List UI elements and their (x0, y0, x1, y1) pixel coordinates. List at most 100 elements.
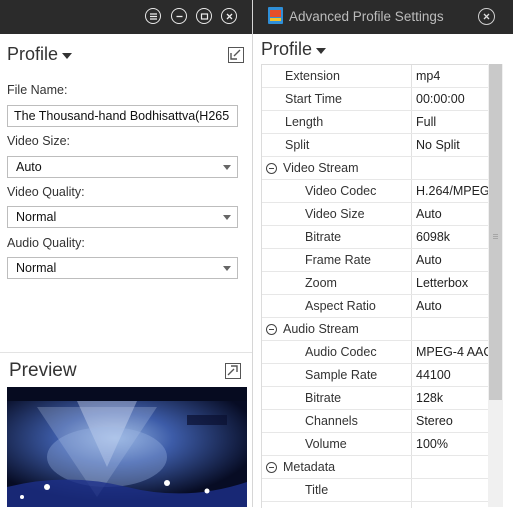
property-row[interactable]: Extension mp4 (262, 65, 499, 88)
video-size-select[interactable]: Auto (7, 156, 238, 178)
property-row[interactable]: Frame Rate Auto (262, 249, 499, 272)
expand-preview-icon[interactable] (225, 363, 241, 379)
property-value[interactable] (412, 479, 499, 501)
group-row[interactable]: Video Stream (262, 157, 499, 180)
preview-heading: Preview (9, 360, 77, 381)
caret-down-icon (316, 47, 327, 54)
property-key: Extension (262, 65, 412, 87)
expand-icon[interactable] (228, 47, 244, 63)
property-row[interactable] (262, 502, 499, 508)
property-row[interactable]: Split No Split (262, 134, 499, 157)
profile-heading: Profile (7, 44, 59, 64)
property-row[interactable]: Audio Codec MPEG-4 AAC (262, 341, 499, 364)
grip-line (493, 236, 498, 237)
divider (0, 352, 252, 353)
video-quality-select[interactable]: Normal (7, 206, 238, 228)
collapse-minus-icon[interactable] (266, 323, 277, 335)
grip-line (493, 238, 498, 239)
property-key: Audio Codec (262, 341, 412, 363)
property-key: Bitrate (262, 226, 412, 248)
video-preview[interactable] (7, 387, 247, 507)
property-value[interactable]: Auto (412, 203, 499, 225)
group-label: Audio Stream (283, 322, 359, 336)
property-row[interactable]: Channels Stereo (262, 410, 499, 433)
property-value (412, 318, 499, 340)
property-key: Split (262, 134, 412, 156)
property-key: Start Time (262, 88, 412, 110)
chevron-down-icon (223, 215, 231, 220)
grip-line (493, 234, 498, 235)
property-row[interactable]: Bitrate 6098k (262, 226, 499, 249)
property-row[interactable]: Start Time 00:00:00 (262, 88, 499, 111)
property-row[interactable]: Zoom Letterbox (262, 272, 499, 295)
collapse-minus-icon[interactable] (266, 461, 277, 473)
property-key (262, 502, 412, 508)
dialog-titlebar: Advanced Profile Settings (253, 0, 513, 34)
property-key: Video Codec (262, 180, 412, 202)
collapse-minus-icon[interactable] (266, 162, 277, 174)
property-value (412, 157, 499, 179)
group-row[interactable]: Audio Stream (262, 318, 499, 341)
properties-grid: Extension mp4 Start Time 00:00:00 Length Full… (261, 64, 499, 508)
property-row[interactable]: Length Full (262, 111, 499, 134)
property-key: Volume (262, 433, 412, 455)
group-label: Video Stream (283, 161, 359, 175)
dialog-profile-dropdown[interactable]: Profile (261, 39, 327, 60)
audio-quality-label: Audio Quality: (7, 236, 85, 250)
advanced-profile-dialog: Advanced Profile Settings Profile Extens… (253, 0, 513, 508)
property-row[interactable]: Sample Rate 44100 (262, 364, 499, 387)
restore-icon[interactable] (196, 8, 212, 24)
profile-dropdown[interactable]: Profile (7, 44, 73, 65)
property-value[interactable]: Full (412, 111, 499, 133)
property-value[interactable]: Auto (412, 295, 499, 317)
property-row[interactable]: Aspect Ratio Auto (262, 295, 499, 318)
property-row[interactable]: Title (262, 479, 499, 502)
close-icon[interactable] (221, 8, 237, 24)
property-value[interactable]: 00:00:00 (412, 88, 499, 110)
property-value[interactable]: MPEG-4 AAC (412, 341, 499, 363)
group-header: Audio Stream (262, 318, 412, 340)
property-key: Channels (262, 410, 412, 432)
property-value (412, 456, 499, 478)
dialog-profile-heading: Profile (261, 39, 313, 59)
property-value[interactable]: Stereo (412, 410, 499, 432)
group-row[interactable]: Metadata (262, 456, 499, 479)
property-row[interactable]: Bitrate 128k (262, 387, 499, 410)
vertical-scrollbar[interactable] (488, 64, 503, 507)
chevron-down-icon (223, 165, 231, 170)
group-header: Video Stream (262, 157, 412, 179)
chevron-down-icon (223, 266, 231, 271)
property-row[interactable]: Volume 100% (262, 433, 499, 456)
property-row[interactable]: Video Size Auto (262, 203, 499, 226)
property-value[interactable]: Letterbox (412, 272, 499, 294)
property-value[interactable]: 6098k (412, 226, 499, 248)
menu-icon[interactable] (145, 8, 161, 24)
property-value[interactable]: 128k (412, 387, 499, 409)
property-value[interactable]: mp4 (412, 65, 499, 87)
video-size-value: Auto (16, 160, 42, 174)
property-row[interactable]: Video Codec H.264/MPEG (262, 180, 499, 203)
property-value[interactable]: H.264/MPEG (412, 180, 499, 202)
property-key: Title (262, 479, 412, 501)
app-icon (268, 7, 283, 24)
audio-quality-value: Normal (16, 261, 57, 275)
scrollbar-thumb[interactable] (489, 64, 502, 400)
property-value[interactable]: No Split (412, 134, 499, 156)
dialog-title: Advanced Profile Settings (289, 9, 444, 24)
property-value[interactable]: 100% (412, 433, 499, 455)
caret-down-icon (62, 52, 73, 59)
audio-quality-select[interactable]: Normal (7, 257, 238, 279)
group-header: Metadata (262, 456, 412, 478)
file-name-input[interactable]: The Thousand-hand Bodhisattva(H265 (7, 105, 238, 127)
group-label: Metadata (283, 460, 336, 474)
close-icon[interactable] (478, 8, 495, 25)
property-key: Zoom (262, 272, 412, 294)
property-key: Sample Rate (262, 364, 412, 386)
video-size-label: Video Size: (7, 134, 71, 148)
property-value[interactable]: Auto (412, 249, 499, 271)
minimize-icon[interactable] (171, 8, 187, 24)
video-quality-value: Normal (16, 210, 57, 224)
profile-panel: Profile File Name: The Thousand-hand Bod… (0, 0, 253, 507)
property-value[interactable] (412, 502, 499, 508)
property-value[interactable]: 44100 (412, 364, 499, 386)
